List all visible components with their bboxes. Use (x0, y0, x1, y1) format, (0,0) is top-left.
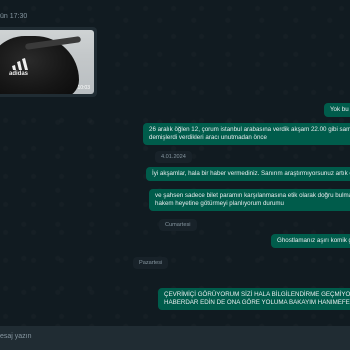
message-text: Yok bu (330, 106, 349, 113)
date-separator: 4.01.2024 (155, 151, 192, 163)
message-bubble[interactable]: İyi akşamlar, hala bir haber vermediniz.… (146, 167, 350, 182)
message-input[interactable]: esaj yazın (0, 333, 32, 340)
date-separator: Cumartesi (159, 219, 197, 231)
bag-photo[interactable]: adidas 10:03 (0, 30, 94, 94)
chat-panel: ün 17:30 adidas 10:03 Yok bu 26 aralık ö… (0, 0, 350, 326)
message-text: ÇEVRİMİÇİ GÖRÜYORUM SİZİ HALA BİLGİLENDİ… (164, 291, 350, 298)
image-message[interactable]: adidas 10:03 (0, 27, 97, 97)
message-text: İyi akşamlar, hala bir haber vermediniz.… (152, 170, 350, 177)
brand-text: adidas (9, 71, 29, 77)
message-text: hakem heyetine götürmeyi planlıyorum dur… (155, 200, 284, 208)
message-text: HABERDAR EDİN DE ONA GÖRE YOLUMA BAKAYIM… (164, 299, 350, 307)
adidas-logo-icon (12, 58, 28, 70)
message-timestamp: ün 17:30 (0, 13, 28, 20)
message-bubble[interactable]: Yok bu (324, 103, 350, 118)
message-text: demişlerdi verdikleri aracı unutmadan ön… (149, 134, 267, 142)
message-bubble[interactable]: ve şahsen sadece bilet paramın karşılanm… (149, 189, 350, 212)
message-text: Ghostlamanız aşırı komik gı (277, 237, 350, 244)
message-bubble[interactable]: Ghostlamanız aşırı komik gı (271, 234, 350, 249)
date-separator: Pazartesi (133, 257, 169, 269)
message-bubble[interactable]: ÇEVRİMİÇİ GÖRÜYORUM SİZİ HALA BİLGİLENDİ… (158, 288, 350, 311)
image-time: 10:03 (77, 85, 90, 91)
message-bubble[interactable]: 26 aralık öğlen 12, çorum istanbul araba… (143, 123, 350, 146)
message-text: ve şahsen sadece bilet paramın karşılanm… (155, 192, 350, 199)
message-composer[interactable]: esaj yazın (0, 326, 350, 350)
message-text: 26 aralık öğlen 12, çorum istanbul araba… (149, 126, 350, 133)
